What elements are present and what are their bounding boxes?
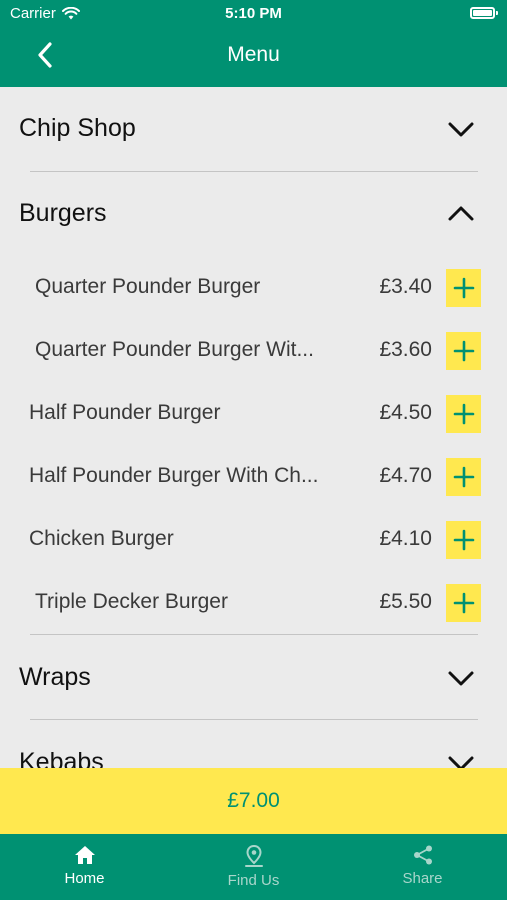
status-time: 5:10 PM bbox=[225, 5, 282, 22]
header: Carrier 5:10 PM Menu bbox=[0, 0, 507, 87]
item-price: £3.60 bbox=[379, 338, 432, 361]
menu-item: Triple Decker Burger £5.50 bbox=[0, 572, 507, 634]
add-item-button[interactable] bbox=[446, 395, 481, 433]
plus-icon bbox=[453, 340, 474, 362]
category-burgers[interactable]: Burgers bbox=[0, 172, 507, 256]
plus-icon bbox=[453, 592, 474, 614]
tab-share[interactable]: Share bbox=[338, 834, 507, 900]
item-price: £4.10 bbox=[379, 527, 432, 550]
add-item-button[interactable] bbox=[446, 584, 481, 622]
item-name: Quarter Pounder Burger bbox=[35, 275, 261, 298]
menu-item: Half Pounder Burger £4.50 bbox=[0, 383, 507, 445]
plus-icon bbox=[453, 277, 474, 299]
category-label: Burgers bbox=[19, 199, 107, 227]
add-item-button[interactable] bbox=[446, 269, 481, 307]
item-price: £4.50 bbox=[379, 401, 432, 424]
chevron-down-icon bbox=[448, 122, 474, 137]
chevron-down-icon bbox=[448, 756, 474, 768]
basket-total-button[interactable]: £7.00 bbox=[0, 768, 507, 834]
divider bbox=[30, 634, 478, 635]
basket-total: £7.00 bbox=[227, 789, 280, 812]
chevron-up-icon bbox=[448, 206, 474, 221]
menu-list[interactable]: Chip Shop Burgers Quarter Pounder Burger… bbox=[0, 87, 507, 768]
item-name: Chicken Burger bbox=[29, 527, 174, 550]
category-label: Chip Shop bbox=[19, 114, 136, 142]
item-price: £5.50 bbox=[379, 590, 432, 613]
add-item-button[interactable] bbox=[446, 521, 481, 559]
item-name: Half Pounder Burger bbox=[29, 401, 221, 424]
home-icon bbox=[74, 846, 95, 864]
category-label: Kebabs bbox=[19, 748, 104, 768]
item-price: £4.70 bbox=[379, 464, 432, 487]
add-item-button[interactable] bbox=[446, 332, 481, 370]
item-name: Quarter Pounder Burger Wit... bbox=[35, 338, 314, 361]
menu-item: Quarter Pounder Burger £3.40 bbox=[0, 257, 507, 319]
category-chip-shop[interactable]: Chip Shop bbox=[0, 87, 507, 171]
tab-home[interactable]: Home bbox=[0, 834, 169, 900]
tab-label: Find Us bbox=[227, 872, 280, 889]
page-title: Menu bbox=[227, 43, 280, 66]
menu-item: Chicken Burger £4.10 bbox=[0, 509, 507, 571]
item-price: £3.40 bbox=[379, 275, 432, 298]
battery-icon bbox=[470, 7, 498, 19]
category-label: Wraps bbox=[19, 663, 91, 691]
location-pin-icon bbox=[244, 844, 263, 867]
status-bar: Carrier 5:10 PM bbox=[0, 0, 507, 28]
plus-icon bbox=[453, 529, 474, 551]
add-item-button[interactable] bbox=[446, 458, 481, 496]
category-kebabs[interactable]: Kebabs bbox=[0, 721, 507, 768]
plus-icon bbox=[453, 466, 474, 488]
plus-icon bbox=[453, 403, 474, 425]
tab-bar: Home Find Us Share bbox=[0, 834, 507, 900]
category-wraps[interactable]: Wraps bbox=[0, 636, 507, 720]
tab-find-us[interactable]: Find Us bbox=[169, 834, 338, 900]
tab-label: Share bbox=[402, 870, 443, 887]
item-name: Half Pounder Burger With Ch... bbox=[29, 464, 319, 487]
divider bbox=[30, 719, 478, 720]
item-name: Triple Decker Burger bbox=[35, 590, 228, 613]
chevron-down-icon bbox=[448, 671, 474, 686]
menu-item: Quarter Pounder Burger Wit... £3.60 bbox=[0, 320, 507, 382]
tab-label: Home bbox=[64, 870, 105, 887]
menu-item: Half Pounder Burger With Ch... £4.70 bbox=[0, 446, 507, 508]
share-icon bbox=[413, 845, 432, 865]
